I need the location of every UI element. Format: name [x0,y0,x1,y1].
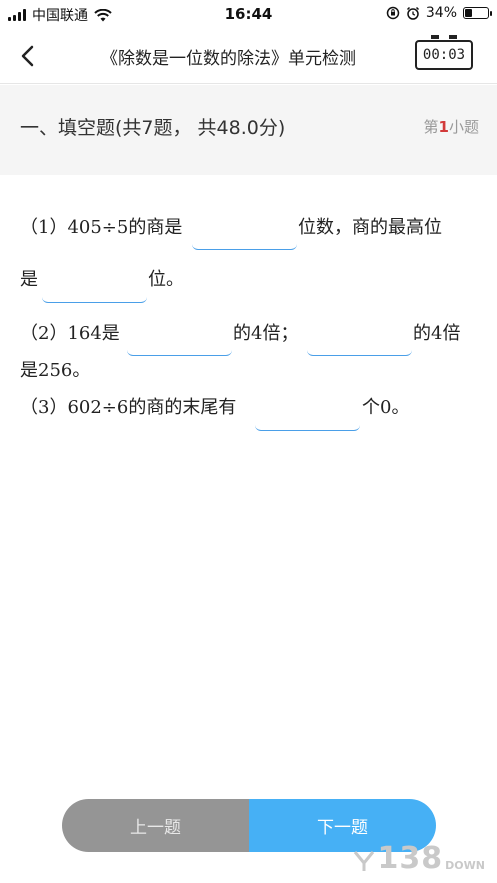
q2-text-tail: 的4倍 [413,323,461,344]
battery-icon [463,7,492,19]
q3-blank-1[interactable] [255,381,360,431]
counter-number: 1 [438,118,449,136]
q2-blank-2[interactable] [307,306,412,356]
q1-blank-2[interactable] [42,253,147,303]
battery-percent: 34% [425,5,457,21]
q3-text-end: 个0。 [362,397,410,418]
q2-text-end: 是256。 [20,360,91,381]
q3-text-start: （3）602÷6的商的末尾有 [20,397,237,418]
alarm-icon [406,6,419,20]
q1-text-start: （1）405÷5的商是 [20,217,183,238]
q1-text-line2: 是 [20,269,38,290]
divider-band [0,165,497,175]
watermark-number: 138 [377,841,444,876]
battery-fill [465,9,473,17]
prev-question-button[interactable]: 上一题 [62,799,249,852]
page-title: 《除数是一位数的除法》单元检测 [101,49,356,69]
q2-text-middle: 的4倍； [233,323,299,344]
q2-blank-1[interactable] [127,306,232,356]
watermark-suffix: DOWN [445,859,485,872]
status-bar: 中国联通 16:44 34% [0,0,497,28]
q2-text-start: （2）164是 [20,323,120,344]
section-title: 一、填空题(共7题， 共48.0分) [20,117,286,139]
timer-display: 00:03 [415,35,473,70]
watermark-logo-icon [353,851,374,871]
section-header: 一、填空题(共7题， 共48.0分) 第1小题 [0,85,497,165]
counter-prefix: 第 [423,118,439,136]
nav-bar: 《除数是一位数的除法》单元检测 00:03 [0,28,497,84]
watermark: 138 DOWN [352,841,485,876]
q1-blank-1[interactable] [192,200,297,250]
question-counter: 第1小题 [424,116,479,137]
q1-text-end: 位。 [148,269,184,290]
q1-text-middle: 位数，商的最高位 [298,217,442,238]
counter-suffix: 小题 [448,118,479,136]
orientation-lock-icon [386,6,400,20]
back-chevron-icon[interactable] [14,42,42,70]
status-right: 34% [386,5,492,21]
